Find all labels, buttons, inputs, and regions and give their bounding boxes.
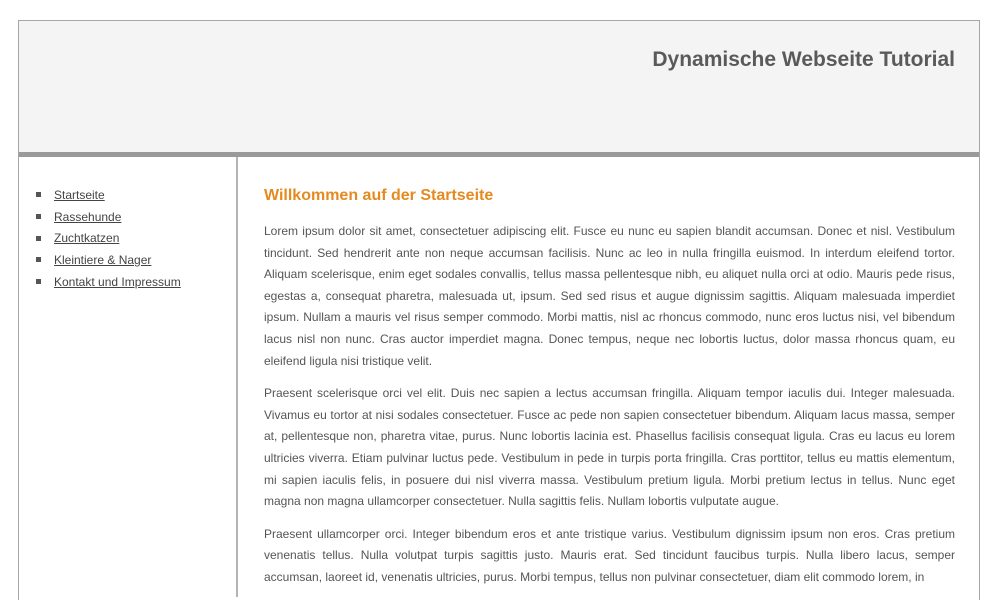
content-paragraph-3: Praesent ullamcorper orci. Integer biben… (264, 526, 955, 584)
site-title: Dynamische Webseite Tutorial (652, 48, 955, 71)
nav-link-kontakt-impressum[interactable]: Kontakt und Impressum (54, 275, 181, 289)
content-paragraph-1: Lorem ipsum dolor sit amet, consectetuer… (264, 224, 955, 368)
page-frame: Dynamische Webseite Tutorial Startseite … (18, 20, 980, 600)
site-header: Dynamische Webseite Tutorial (19, 21, 979, 157)
bullet-icon (36, 257, 41, 263)
nav-link-startseite[interactable]: Startseite (54, 188, 105, 202)
nav-item-kontakt-impressum: Kontakt und Impressum (36, 271, 181, 293)
nav-link-kleintiere-nager[interactable]: Kleintiere & Nager (54, 253, 151, 267)
nav-list: Startseite Rassehunde Zuchtkatzen Kleint… (36, 184, 181, 292)
nav-item-kleintiere-nager: Kleintiere & Nager (36, 249, 181, 271)
nav-item-rassehunde: Rassehunde (36, 206, 181, 228)
page-body: Startseite Rassehunde Zuchtkatzen Kleint… (19, 157, 979, 597)
nav-link-rassehunde[interactable]: Rassehunde (54, 210, 121, 224)
bullet-icon (36, 214, 41, 220)
nav-link-zuchtkatzen[interactable]: Zuchtkatzen (54, 231, 119, 245)
nav-item-zuchtkatzen: Zuchtkatzen (36, 227, 181, 249)
bullet-icon (36, 192, 41, 198)
bullet-icon (36, 235, 41, 241)
nav-item-startseite: Startseite (36, 184, 181, 206)
page-title: Willkommen auf der Startseite (264, 187, 494, 204)
main-content: Willkommen auf der Startseite Lorem ipsu… (264, 157, 955, 589)
sidebar: Startseite Rassehunde Zuchtkatzen Kleint… (19, 157, 238, 597)
bullet-icon (36, 279, 41, 285)
content-paragraph-2: Praesent scelerisque orci vel elit. Duis… (264, 386, 955, 509)
